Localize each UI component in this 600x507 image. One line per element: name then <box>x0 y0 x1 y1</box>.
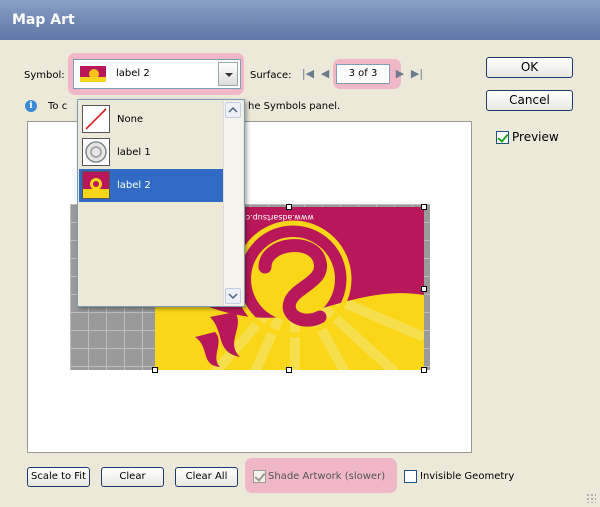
clear-all-button[interactable]: Clear All <box>175 467 238 487</box>
handle-middle-right[interactable] <box>421 286 427 292</box>
surface-field[interactable]: 3 of 3 <box>336 64 390 84</box>
symbol-label: Symbol: <box>24 70 65 81</box>
previous-surface-icon[interactable]: ◀ <box>318 67 332 81</box>
shade-artwork-checkbox[interactable] <box>253 470 266 483</box>
first-surface-icon[interactable]: |◀ <box>301 67 315 81</box>
window-title: Map Art <box>12 12 75 28</box>
symbol-list-items: None label 1 label 2 <box>78 100 224 306</box>
symbol-option-none[interactable]: None <box>79 103 223 136</box>
none-swatch-icon <box>82 105 110 133</box>
preview-label: Preview <box>512 130 559 144</box>
invisible-geometry-checkbox[interactable] <box>404 470 417 483</box>
preview-checkbox[interactable] <box>496 131 509 144</box>
symbol-dropdown-list[interactable]: None label 1 label 2 <box>77 99 245 307</box>
label-2-swatch-icon <box>82 171 110 199</box>
next-surface-icon[interactable]: ▶ <box>393 67 407 81</box>
info-icon: i <box>25 100 37 112</box>
chevron-down-icon[interactable] <box>218 62 238 86</box>
handle-bottom-middle[interactable] <box>286 367 292 373</box>
scroll-up-icon[interactable] <box>225 102 241 118</box>
handle-bottom-left[interactable] <box>152 367 158 373</box>
list-scrollbar[interactable] <box>223 101 243 305</box>
info-text-end: he Symbols panel. <box>248 101 341 112</box>
scroll-down-icon[interactable] <box>225 288 241 304</box>
handle-top-right[interactable] <box>421 204 427 210</box>
label-2-swatch-icon <box>80 66 106 82</box>
surface-label: Surface: <box>250 70 292 81</box>
handle-top-middle[interactable] <box>286 204 292 210</box>
artwork-url-text: www.adsartsup.com <box>233 213 314 222</box>
scale-to-fit-button[interactable]: Scale to Fit <box>27 467 90 487</box>
symbol-option-label-2[interactable]: label 2 <box>79 169 223 202</box>
clear-button[interactable]: Clear <box>101 467 164 487</box>
label-1-swatch-icon <box>82 138 110 166</box>
resize-grip[interactable] <box>586 493 596 503</box>
symbol-selected-value: label 2 <box>116 68 150 79</box>
symbol-option-label: label 2 <box>117 180 151 191</box>
last-surface-icon[interactable]: ▶| <box>410 67 424 81</box>
ok-button[interactable]: OK <box>486 57 573 78</box>
handle-bottom-right[interactable] <box>421 367 427 373</box>
shade-artwork-label: Shade Artwork (slower) <box>268 471 386 482</box>
title-bar[interactable]: Map Art <box>0 0 600 40</box>
invisible-geometry-label: Invisible Geometry <box>420 471 515 482</box>
symbol-option-label-1[interactable]: label 1 <box>79 136 223 169</box>
cancel-button[interactable]: Cancel <box>486 90 573 111</box>
symbol-dropdown[interactable]: label 2 <box>73 59 241 89</box>
symbol-option-label: None <box>117 114 144 125</box>
symbol-option-label: label 1 <box>117 147 151 158</box>
info-text-start: To c <box>48 101 68 112</box>
